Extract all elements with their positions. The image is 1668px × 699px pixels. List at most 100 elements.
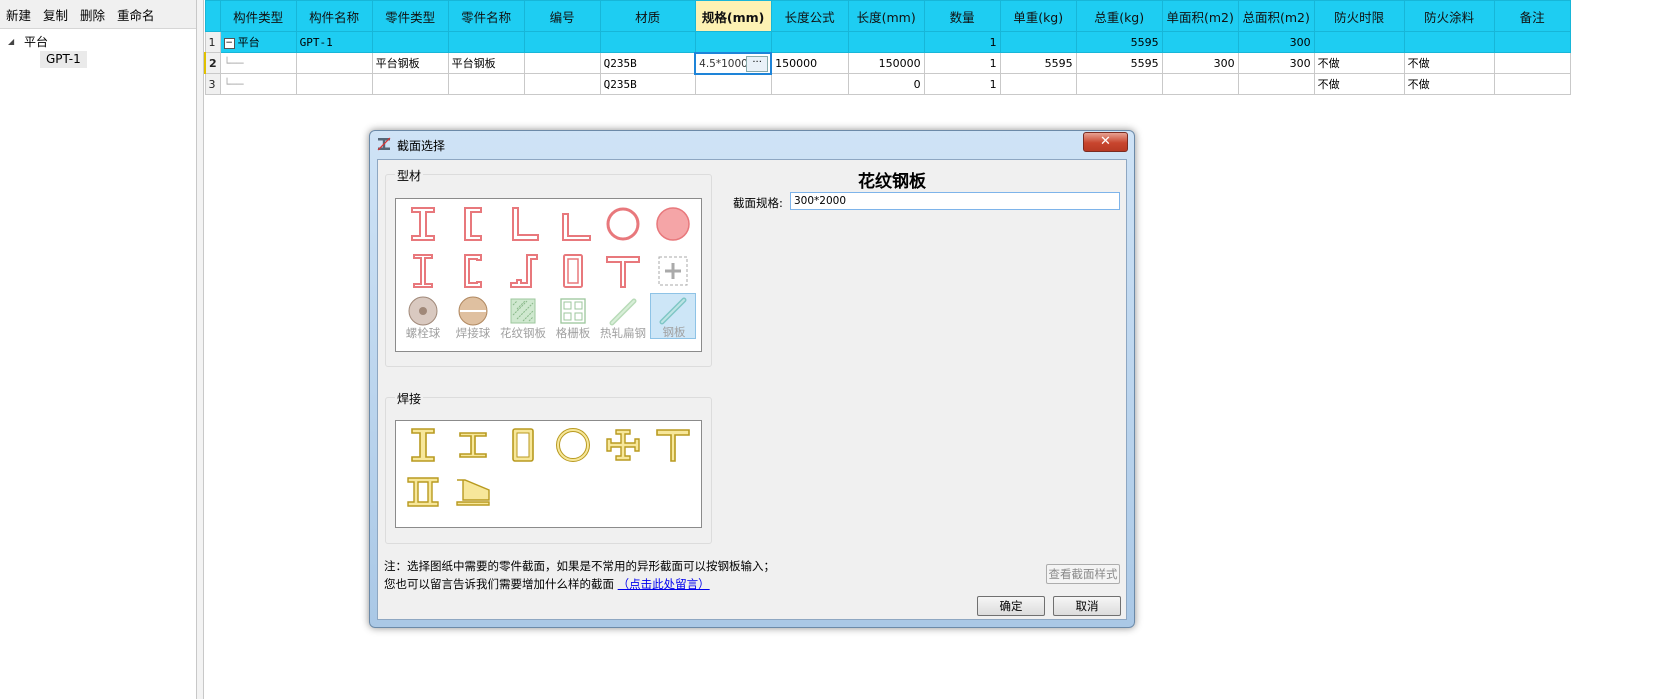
- t-section-profile-icon[interactable]: [600, 251, 646, 297]
- col-header[interactable]: 长度公式: [770, 0, 849, 32]
- cell[interactable]: [1403, 31, 1495, 53]
- add-custom-profile-icon[interactable]: [650, 251, 696, 297]
- bolt-ball-profile-icon[interactable]: 螺栓球: [400, 295, 446, 341]
- i-beam-profile-icon[interactable]: [400, 204, 446, 250]
- angle-equal-profile-icon[interactable]: [500, 204, 546, 250]
- cell[interactable]: [1313, 31, 1405, 53]
- cell[interactable]: 1: [923, 52, 1001, 74]
- collapse-triangle-icon[interactable]: ◢: [8, 37, 20, 46]
- cell[interactable]: [770, 31, 849, 53]
- tree-node-child[interactable]: GPT-1: [0, 50, 196, 68]
- welded-box-icon[interactable]: [500, 425, 546, 471]
- channel-profile-icon[interactable]: [450, 204, 496, 250]
- col-header[interactable]: 单重(kg): [999, 0, 1077, 32]
- welded-t-section-icon[interactable]: [650, 425, 696, 471]
- col-header[interactable]: 零件名称: [447, 0, 525, 32]
- cell[interactable]: └──: [219, 73, 297, 95]
- cell[interactable]: 1: [923, 31, 1001, 53]
- table-row[interactable]: 1 − 平台 GPT-1 1 5595 300: [204, 31, 1571, 53]
- corner-cell[interactable]: [204, 0, 221, 32]
- checkered-plate-profile-icon[interactable]: 花纹钢板: [500, 295, 546, 341]
- cell[interactable]: └──: [219, 52, 297, 74]
- cell[interactable]: Q235B: [599, 52, 696, 74]
- cell[interactable]: 不做: [1313, 73, 1405, 95]
- col-header[interactable]: 总面积(m2): [1237, 0, 1315, 32]
- cell[interactable]: [523, 31, 601, 53]
- cell[interactable]: 150000: [847, 52, 925, 74]
- cell[interactable]: 不做: [1313, 52, 1405, 74]
- col-header-active[interactable]: 规格(mm): [694, 0, 772, 32]
- cell[interactable]: [447, 73, 525, 95]
- spec-edit-text[interactable]: 4.5*1000: [699, 58, 748, 70]
- tree-node-root[interactable]: ◢ 平台: [0, 32, 196, 50]
- cell[interactable]: 不做: [1403, 52, 1495, 74]
- welded-i-beam-icon[interactable]: [400, 425, 446, 471]
- round-bar-profile-icon[interactable]: [650, 204, 696, 250]
- cell[interactable]: [1075, 73, 1163, 95]
- angle-unequal-profile-icon[interactable]: [550, 204, 596, 250]
- z-section-profile-icon[interactable]: [500, 251, 546, 297]
- col-header[interactable]: 材质: [599, 0, 696, 32]
- col-header[interactable]: 单面积(m2): [1161, 0, 1239, 32]
- cell[interactable]: [1237, 73, 1315, 95]
- cell[interactable]: 不做: [1403, 73, 1495, 95]
- copy-button[interactable]: 复制: [43, 5, 68, 24]
- welded-round-tube-icon[interactable]: [550, 425, 596, 471]
- cell[interactable]: 平台钢板: [371, 52, 449, 74]
- cell[interactable]: [694, 73, 772, 95]
- cell[interactable]: [999, 73, 1077, 95]
- hot-rolled-flat-profile-icon[interactable]: 热轧扁钢: [600, 295, 646, 341]
- cell[interactable]: [1493, 73, 1571, 95]
- round-tube-profile-icon[interactable]: [600, 204, 646, 250]
- cell[interactable]: 300: [1161, 52, 1239, 74]
- cell[interactable]: 5595: [1075, 31, 1163, 53]
- cell[interactable]: [1161, 73, 1239, 95]
- cell[interactable]: 1: [923, 73, 1001, 95]
- leave-message-link[interactable]: （点击此处留言）: [618, 577, 710, 591]
- cell[interactable]: 300: [1237, 52, 1315, 74]
- cancel-button[interactable]: 取消: [1053, 596, 1121, 616]
- col-header[interactable]: 数量: [923, 0, 1001, 32]
- cell[interactable]: − 平台: [219, 31, 297, 53]
- welded-tapered-icon[interactable]: [450, 472, 496, 518]
- cell[interactable]: 5595: [1075, 52, 1163, 74]
- col-header[interactable]: 构件类型: [219, 0, 297, 32]
- steel-plate-profile-icon[interactable]: 钢板: [650, 293, 696, 339]
- row-number[interactable]: 1: [204, 31, 221, 53]
- view-section-style-button[interactable]: 查看截面样式: [1046, 564, 1120, 584]
- cell[interactable]: [1493, 52, 1571, 74]
- ok-button[interactable]: 确定: [977, 596, 1045, 616]
- panel-splitter[interactable]: [197, 0, 204, 699]
- cell[interactable]: [770, 73, 849, 95]
- cell[interactable]: [523, 73, 601, 95]
- table-row[interactable]: 3 └── Q235B 0 1 不做 不做: [204, 73, 1571, 95]
- cell[interactable]: [847, 31, 925, 53]
- col-header[interactable]: 零件类型: [371, 0, 449, 32]
- cell[interactable]: [523, 52, 601, 74]
- col-header[interactable]: 备注: [1493, 0, 1571, 32]
- spec-edit-cell[interactable]: 4.5*1000 ···: [694, 51, 773, 75]
- dialog-titlebar[interactable]: 截面选择 ✕: [370, 131, 1134, 157]
- h-beam-profile-icon[interactable]: [400, 251, 446, 297]
- welded-cross-icon[interactable]: [600, 425, 646, 471]
- cell[interactable]: [447, 31, 525, 53]
- col-header[interactable]: 防火涂料: [1403, 0, 1495, 32]
- cell[interactable]: [1161, 31, 1239, 53]
- col-header[interactable]: 编号: [523, 0, 601, 32]
- delete-button[interactable]: 删除: [80, 5, 105, 24]
- cell[interactable]: [694, 31, 772, 53]
- cell[interactable]: GPT-1: [295, 31, 373, 53]
- cell[interactable]: Q235B: [599, 73, 696, 95]
- col-header[interactable]: 防火时限: [1313, 0, 1405, 32]
- cell[interactable]: [295, 52, 373, 74]
- cell[interactable]: [599, 31, 696, 53]
- welded-h-beam-icon[interactable]: [450, 425, 496, 471]
- weld-ball-profile-icon[interactable]: 焊接球: [450, 295, 496, 341]
- new-button[interactable]: 新建: [6, 5, 31, 24]
- col-header[interactable]: 总重(kg): [1075, 0, 1163, 32]
- cell[interactable]: 300: [1237, 31, 1315, 53]
- spec-input[interactable]: [790, 192, 1120, 210]
- cell[interactable]: [999, 31, 1077, 53]
- cell[interactable]: 0: [847, 73, 925, 95]
- row-number[interactable]: 3: [204, 73, 221, 95]
